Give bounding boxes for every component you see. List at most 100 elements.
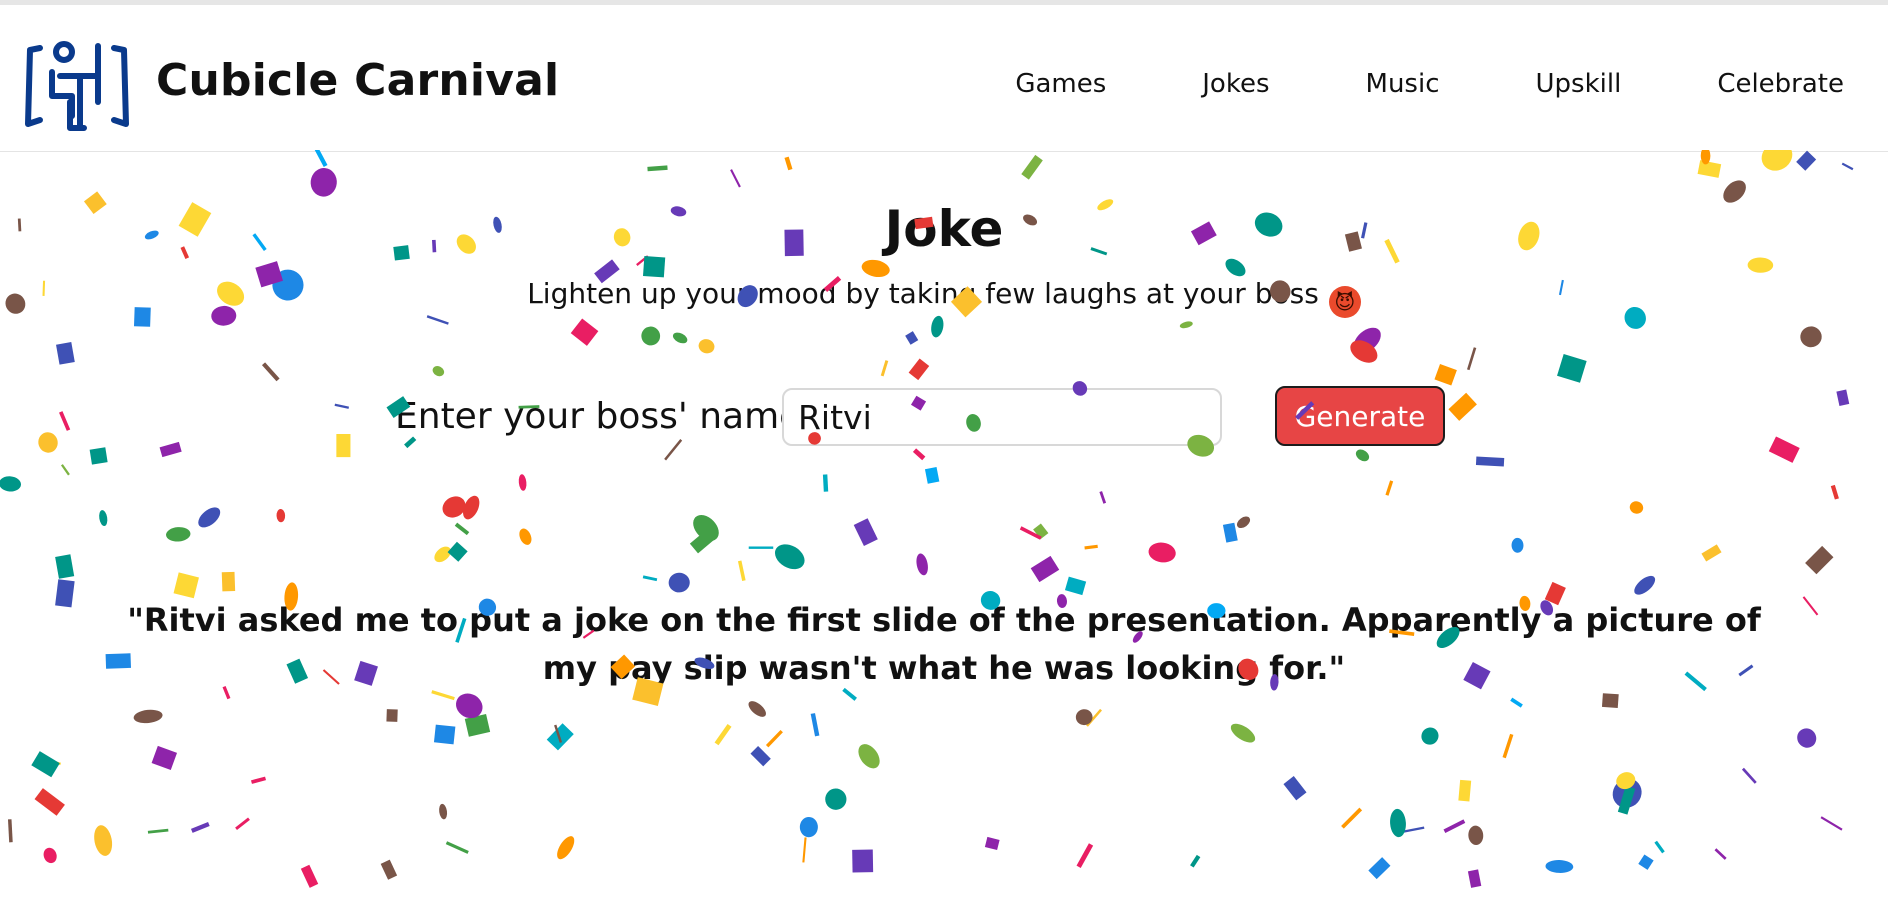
confetti-piece	[1830, 484, 1839, 500]
confetti-piece	[647, 165, 668, 172]
confetti-piece	[1634, 575, 1656, 595]
confetti-piece	[1350, 340, 1378, 363]
joke-text: "Ritvi asked me to put a joke on the fir…	[127, 601, 1761, 687]
confetti-piece	[1467, 869, 1482, 888]
confetti-piece	[1612, 778, 1642, 808]
confetti-piece	[1222, 522, 1238, 543]
confetti-piece	[94, 825, 113, 856]
confetti-piece	[905, 331, 919, 345]
confetti-piece	[1629, 501, 1644, 514]
confetti-piece	[765, 729, 783, 748]
confetti-piece	[1179, 321, 1193, 329]
confetti-piece	[1761, 150, 1793, 171]
confetti-piece	[0, 476, 21, 492]
confetti-piece	[442, 496, 466, 518]
confetti-piece	[750, 745, 771, 767]
confetti-piece	[1654, 840, 1665, 854]
confetti-piece	[55, 554, 75, 579]
confetti-piece	[31, 751, 60, 778]
confetti-piece	[784, 156, 793, 171]
confetti-piece	[1697, 160, 1722, 178]
confetti-piece	[641, 326, 661, 346]
nav-celebrate[interactable]: Celebrate	[1717, 69, 1844, 99]
confetti-piece	[1836, 389, 1850, 406]
confetti-piece	[1355, 449, 1370, 462]
confetti-piece	[1084, 544, 1098, 550]
confetti-piece	[570, 318, 599, 346]
confetti-piece	[198, 507, 221, 528]
confetti-piece	[519, 528, 532, 545]
confetti-piece	[799, 816, 818, 838]
confetti-piece	[1019, 526, 1042, 540]
confetti-piece	[439, 803, 448, 820]
confetti-piece	[984, 836, 1000, 851]
confetti-piece	[825, 788, 847, 810]
confetti-piece	[1443, 819, 1466, 834]
confetti-piece	[698, 339, 715, 354]
nav-music[interactable]: Music	[1366, 69, 1440, 99]
confetti-piece	[60, 464, 70, 476]
confetti-piece	[1468, 825, 1484, 846]
confetti-piece	[464, 713, 491, 737]
confetti-piece	[300, 864, 319, 888]
generate-button[interactable]: Generate	[1275, 386, 1445, 446]
brand-name[interactable]: Cubicle Carnival	[156, 55, 559, 106]
confetti-piece	[1802, 596, 1819, 616]
nav-upskill[interactable]: Upskill	[1536, 69, 1622, 99]
confetti-piece	[737, 560, 746, 582]
confetti-piece	[748, 701, 766, 717]
confetti-piece	[1399, 826, 1425, 834]
confetti-piece	[1502, 733, 1514, 759]
confetti-piece	[173, 572, 199, 599]
confetti-piece	[147, 828, 169, 834]
confetti-piece	[1797, 728, 1817, 748]
confetti-piece	[1076, 843, 1094, 868]
confetti-piece	[546, 723, 574, 751]
confetti-piece	[557, 836, 575, 860]
confetti-piece	[433, 724, 456, 745]
confetti-piece	[1283, 776, 1307, 801]
confetti-piece	[45, 758, 61, 766]
confetti-piece	[1475, 456, 1505, 467]
confetti-piece	[1030, 555, 1060, 583]
boss-name-input[interactable]	[782, 388, 1222, 446]
office-worker-icon[interactable]	[24, 40, 130, 132]
confetti-piece	[554, 724, 563, 743]
confetti-piece	[56, 342, 75, 365]
confetti-piece	[463, 495, 480, 520]
confetti-piece	[1800, 326, 1822, 348]
confetti-piece	[1190, 854, 1201, 868]
confetti-piece	[1617, 785, 1636, 815]
confetti-piece	[1353, 327, 1381, 354]
main-nav: Games Jokes Music Upskill Celebrate	[1015, 69, 1844, 99]
confetti-piece	[151, 745, 178, 770]
confetti-piece	[853, 518, 878, 546]
confetti-piece	[1768, 436, 1800, 463]
subtitle-text: Lighten up your mood by taking few laugh…	[527, 277, 1319, 310]
confetti-piece	[1714, 848, 1727, 860]
confetti-piece	[276, 508, 286, 523]
confetti-piece	[1557, 353, 1587, 383]
confetti-piece	[89, 447, 108, 465]
confetti-piece	[518, 474, 527, 491]
confetti-piece	[852, 849, 874, 873]
confetti-piece	[432, 366, 445, 377]
confetti-piece	[1510, 697, 1523, 708]
confetti-piece	[689, 529, 715, 554]
confetti-piece	[916, 553, 928, 576]
nav-games[interactable]: Games	[1015, 69, 1106, 99]
confetti-piece	[1421, 727, 1439, 745]
page-subtitle: Lighten up your mood by taking few laugh…	[0, 277, 1888, 318]
confetti-piece	[334, 403, 350, 409]
nav-jokes[interactable]: Jokes	[1202, 69, 1269, 99]
confetti-piece	[1385, 480, 1394, 496]
confetti-piece	[908, 358, 930, 381]
confetti-piece	[1741, 767, 1757, 784]
confetti-piece	[693, 515, 719, 541]
confetti-piece	[1796, 150, 1817, 171]
confetti-piece	[455, 693, 483, 719]
confetti-piece	[1511, 537, 1524, 553]
confetti-piece	[1820, 816, 1843, 831]
confetti-piece	[1601, 693, 1619, 708]
confetti-piece	[774, 544, 805, 570]
